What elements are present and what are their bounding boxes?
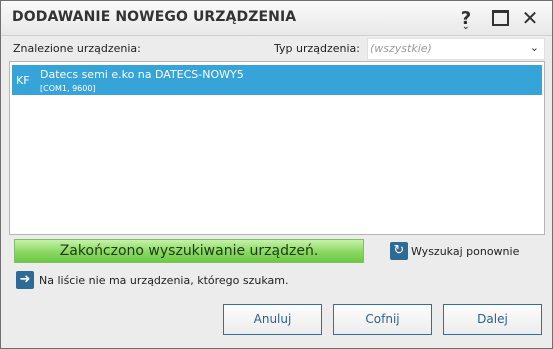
maximize-button[interactable] [489,7,511,29]
arrow-right-icon: ➜ [16,271,34,289]
device-type-tag: KF [16,74,30,87]
device-type-select[interactable]: (wszystkie) ⌄ [367,38,545,60]
chevron-down-icon: ⌄ [529,41,539,54]
dialog-title: DODAWANIE NOWEGO URZĄDZENIA [12,9,297,25]
search-progress-bar: Zakończono wyszukiwanie urządzeń. [14,239,364,263]
back-button[interactable]: Cofnij [333,304,432,335]
close-button[interactable]: ✕ [519,6,541,30]
device-not-listed-label: Na liście nie ma urządzenia, którego szu… [39,274,289,287]
device-list-item[interactable]: KF Datecs semi e.ko na DATECS-NOWY5 [COM… [12,65,542,95]
next-button[interactable]: Dalej [443,304,542,335]
cancel-button[interactable]: Anuluj [223,304,322,335]
add-device-dialog: DODAWANIE NOWEGO URZĄDZENIA ? ⌄ ✕ Znalez… [0,0,553,349]
close-icon: ✕ [521,6,539,30]
help-dropdown-icon: ⌄ [462,22,470,32]
refresh-icon: ↻ [390,242,408,260]
rescan-label: Wyszukaj ponownie [411,245,520,258]
device-type-value: (wszystkie) [370,42,432,55]
help-button[interactable]: ? ⌄ [455,7,477,33]
device-port: [COM1, 9600] [40,84,96,93]
title-bar: DODAWANIE NOWEGO URZĄDZENIA ? ⌄ ✕ [1,1,552,36]
device-list[interactable]: KF Datecs semi e.ko na DATECS-NOWY5 [COM… [9,61,545,235]
maximize-icon [491,10,509,26]
device-name: Datecs semi e.ko na DATECS-NOWY5 [40,68,244,81]
search-status-text: Zakończono wyszukiwanie urządzeń. [59,243,319,259]
device-type-label: Typ urządzenia: [274,42,361,55]
found-devices-label: Znalezione urządzenia: [13,42,141,55]
